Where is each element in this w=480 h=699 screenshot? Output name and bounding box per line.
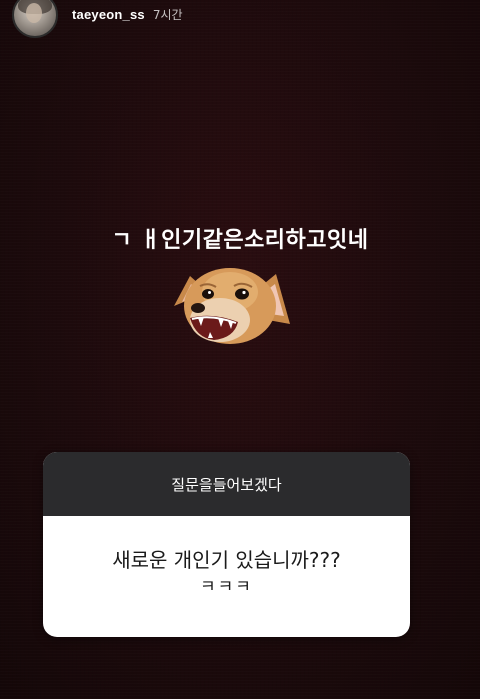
story-caption: ㄱ ㅐ인기같은소리하고잇네 <box>111 228 369 253</box>
question-sticker[interactable]: 질문을들어보겠다 새로운 개인기 있습니까??? ㅋㅋㅋ <box>43 452 410 637</box>
angry-chihuahua-sticker <box>174 268 290 344</box>
avatar-face <box>26 3 42 23</box>
question-prompt: 질문을들어보겠다 <box>171 475 282 494</box>
question-sticker-header: 질문을들어보겠다 <box>43 452 410 516</box>
question-sticker-body: 새로운 개인기 있습니까??? ㅋㅋㅋ <box>43 516 410 637</box>
post-time: 7시간 <box>152 7 183 22</box>
avatar[interactable] <box>12 0 58 38</box>
story-header: taeyeon_ss 7시간 <box>12 0 183 40</box>
question-text: 새로운 개인기 있습니까??? <box>112 547 341 572</box>
story-view[interactable]: taeyeon_ss 7시간 ㄱ ㅐ인기같은소리하고잇네 질문을들어보겠다 새로… <box>0 0 480 699</box>
question-subtext: ㅋㅋㅋ <box>200 576 253 597</box>
username[interactable]: taeyeon_ss <box>72 7 145 22</box>
